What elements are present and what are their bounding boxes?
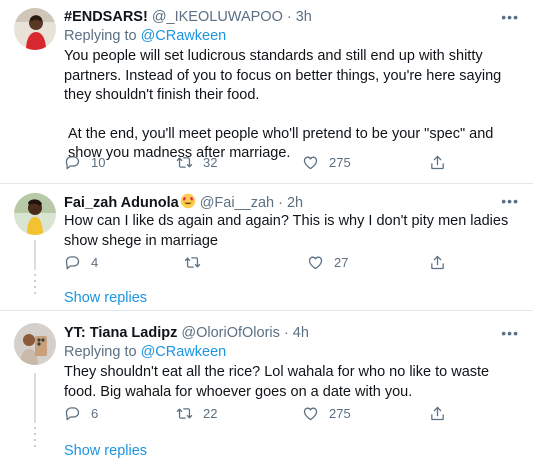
like-button[interactable]: 27 — [307, 254, 348, 271]
tweet-actions: 4 27 — [64, 254, 464, 274]
thread-dots — [34, 427, 36, 451]
replying-to-label: Replying to — [64, 344, 137, 360]
tweet-text-paragraph: They shouldn't eat all the rice? Lol wah… — [64, 364, 490, 400]
timestamp[interactable]: · 2h — [278, 195, 303, 211]
more-horizontal-icon[interactable]: ••• — [501, 193, 519, 209]
timestamp[interactable]: · 3h — [287, 9, 312, 25]
display-name[interactable]: #ENDSARS! — [64, 9, 148, 25]
tweet[interactable]: YT: Tiana Ladipz @OloriOfOloris · 4h •••… — [0, 311, 533, 464]
tweet-header: #ENDSARS! @_IKEOLUWAPOO · 3h — [64, 9, 312, 25]
heart-icon — [302, 405, 319, 422]
avatar-image — [14, 323, 56, 365]
reply-count: 6 — [91, 406, 99, 421]
reply-button[interactable]: 4 — [64, 254, 98, 271]
show-replies-link[interactable]: Show replies — [64, 290, 147, 306]
tweet-text: How can I like ds again and again? This … — [64, 212, 522, 251]
replying-to: Replying to @CRawkeen — [64, 28, 226, 44]
tweet-text-paragraph: How can I like ds again and again? This … — [64, 213, 509, 249]
tweet-actions: 10 32 275 — [64, 154, 464, 174]
thread-line — [34, 373, 36, 423]
tweet-text: They shouldn't eat all the rice? Lol wah… — [64, 363, 522, 402]
avatar[interactable] — [14, 193, 56, 235]
replying-to-label: Replying to — [64, 28, 137, 44]
retweet-count: 32 — [203, 155, 218, 170]
reply-button[interactable]: 6 — [64, 405, 98, 422]
tweet-header: Fai_zah Adunola @Fai__zah · 2h — [64, 193, 303, 211]
retweet-button[interactable]: 22 — [176, 405, 217, 422]
avatar[interactable] — [14, 8, 56, 50]
share-icon — [429, 154, 446, 171]
tweet-text-paragraph: You people will set ludicrous standards … — [64, 48, 502, 103]
tweet[interactable]: #ENDSARS! @_IKEOLUWAPOO · 3h ••• Replyin… — [0, 0, 533, 184]
share-button[interactable] — [429, 254, 446, 271]
like-count: 27 — [334, 255, 349, 270]
tweet-actions: 6 22 275 — [64, 405, 464, 425]
tweet-header: YT: Tiana Ladipz @OloriOfOloris · 4h — [64, 325, 309, 341]
user-handle[interactable]: @Fai__zah — [200, 195, 274, 211]
share-icon — [429, 254, 446, 271]
heart-icon — [302, 154, 319, 171]
retweet-icon — [184, 254, 201, 271]
reply-bubble-icon — [64, 254, 81, 271]
show-replies-link[interactable]: Show replies — [64, 443, 147, 459]
reply-button[interactable]: 10 — [64, 154, 105, 171]
mention-link[interactable]: @CRawkeen — [141, 28, 227, 44]
retweet-button[interactable]: 32 — [176, 154, 217, 171]
like-button[interactable]: 275 — [302, 154, 351, 171]
avatar-image — [14, 193, 56, 235]
user-handle[interactable]: @_IKEOLUWAPOO — [152, 9, 283, 25]
tweet[interactable]: Fai_zah Adunola @Fai__zah · 2h ••• How c… — [0, 184, 533, 310]
user-handle[interactable]: @OloriOfOloris — [181, 325, 280, 341]
avatar-image — [14, 8, 56, 50]
like-count: 275 — [329, 155, 351, 170]
retweet-button[interactable] — [184, 254, 211, 271]
reply-count: 4 — [91, 255, 99, 270]
retweet-icon — [176, 154, 193, 171]
replying-to: Replying to @CRawkeen — [64, 344, 226, 360]
retweet-count: 22 — [203, 406, 218, 421]
share-button[interactable] — [429, 405, 446, 422]
thread-line — [34, 240, 36, 270]
tweet-text: You people will set ludicrous standards … — [64, 47, 522, 164]
reply-bubble-icon — [64, 405, 81, 422]
avatar[interactable] — [14, 323, 56, 365]
share-icon — [429, 405, 446, 422]
reply-bubble-icon — [64, 154, 81, 171]
more-horizontal-icon[interactable]: ••• — [501, 9, 519, 25]
thread-dots — [34, 274, 36, 298]
mention-link[interactable]: @CRawkeen — [141, 344, 227, 360]
timestamp[interactable]: · 4h — [284, 325, 309, 341]
like-button[interactable]: 275 — [302, 405, 351, 422]
retweet-icon — [176, 405, 193, 422]
reply-count: 10 — [91, 155, 106, 170]
heart-icon — [307, 254, 324, 271]
like-count: 275 — [329, 406, 351, 421]
smiling-face-with-heart-eyes-icon — [180, 193, 195, 209]
share-button[interactable] — [429, 154, 446, 171]
display-name[interactable]: YT: Tiana Ladipz — [64, 325, 177, 341]
display-name[interactable]: Fai_zah Adunola — [64, 195, 179, 211]
more-horizontal-icon[interactable]: ••• — [501, 325, 519, 341]
